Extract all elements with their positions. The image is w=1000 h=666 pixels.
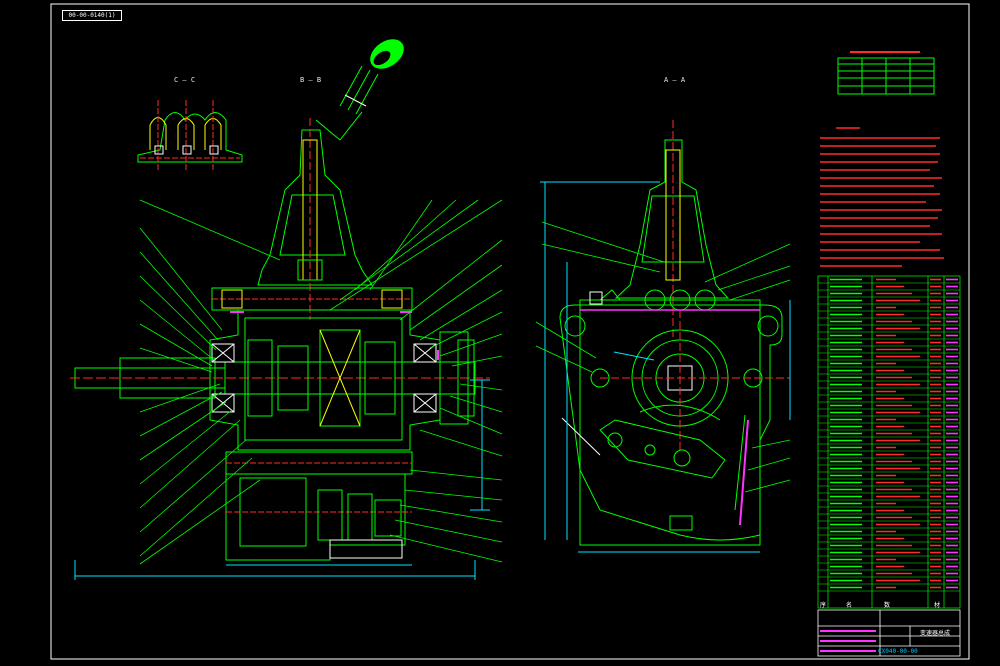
view-cc-detail	[137, 100, 243, 172]
leader-lines-right	[329, 199, 503, 563]
tech-requirements-table	[837, 51, 935, 95]
bom-rows	[818, 278, 960, 592]
bom-col-mat: 材	[934, 602, 941, 609]
shift-knob	[339, 39, 404, 115]
bom-col-no: 序	[820, 602, 827, 609]
bom-table	[817, 275, 961, 609]
title-block-fill	[820, 630, 876, 652]
cad-drawing-canvas	[50, 3, 970, 660]
tech-notes-text	[820, 127, 944, 267]
view-bb-section	[70, 39, 490, 580]
view-aa-section	[540, 120, 791, 553]
title-block-title: 变速器总成	[920, 630, 951, 637]
drawing-code-top: 00-00-0140(1)	[62, 10, 122, 21]
bom-col-name: 名	[846, 602, 853, 609]
view-bb-label: B — B	[300, 76, 322, 84]
outer-frame	[50, 3, 970, 660]
view-aa-label: A — A	[664, 76, 686, 84]
bom-col-qty: 数	[884, 602, 891, 609]
view-cc-label: C — C	[174, 76, 196, 84]
title-block-drawing-no: CX040-00-00	[878, 648, 918, 655]
